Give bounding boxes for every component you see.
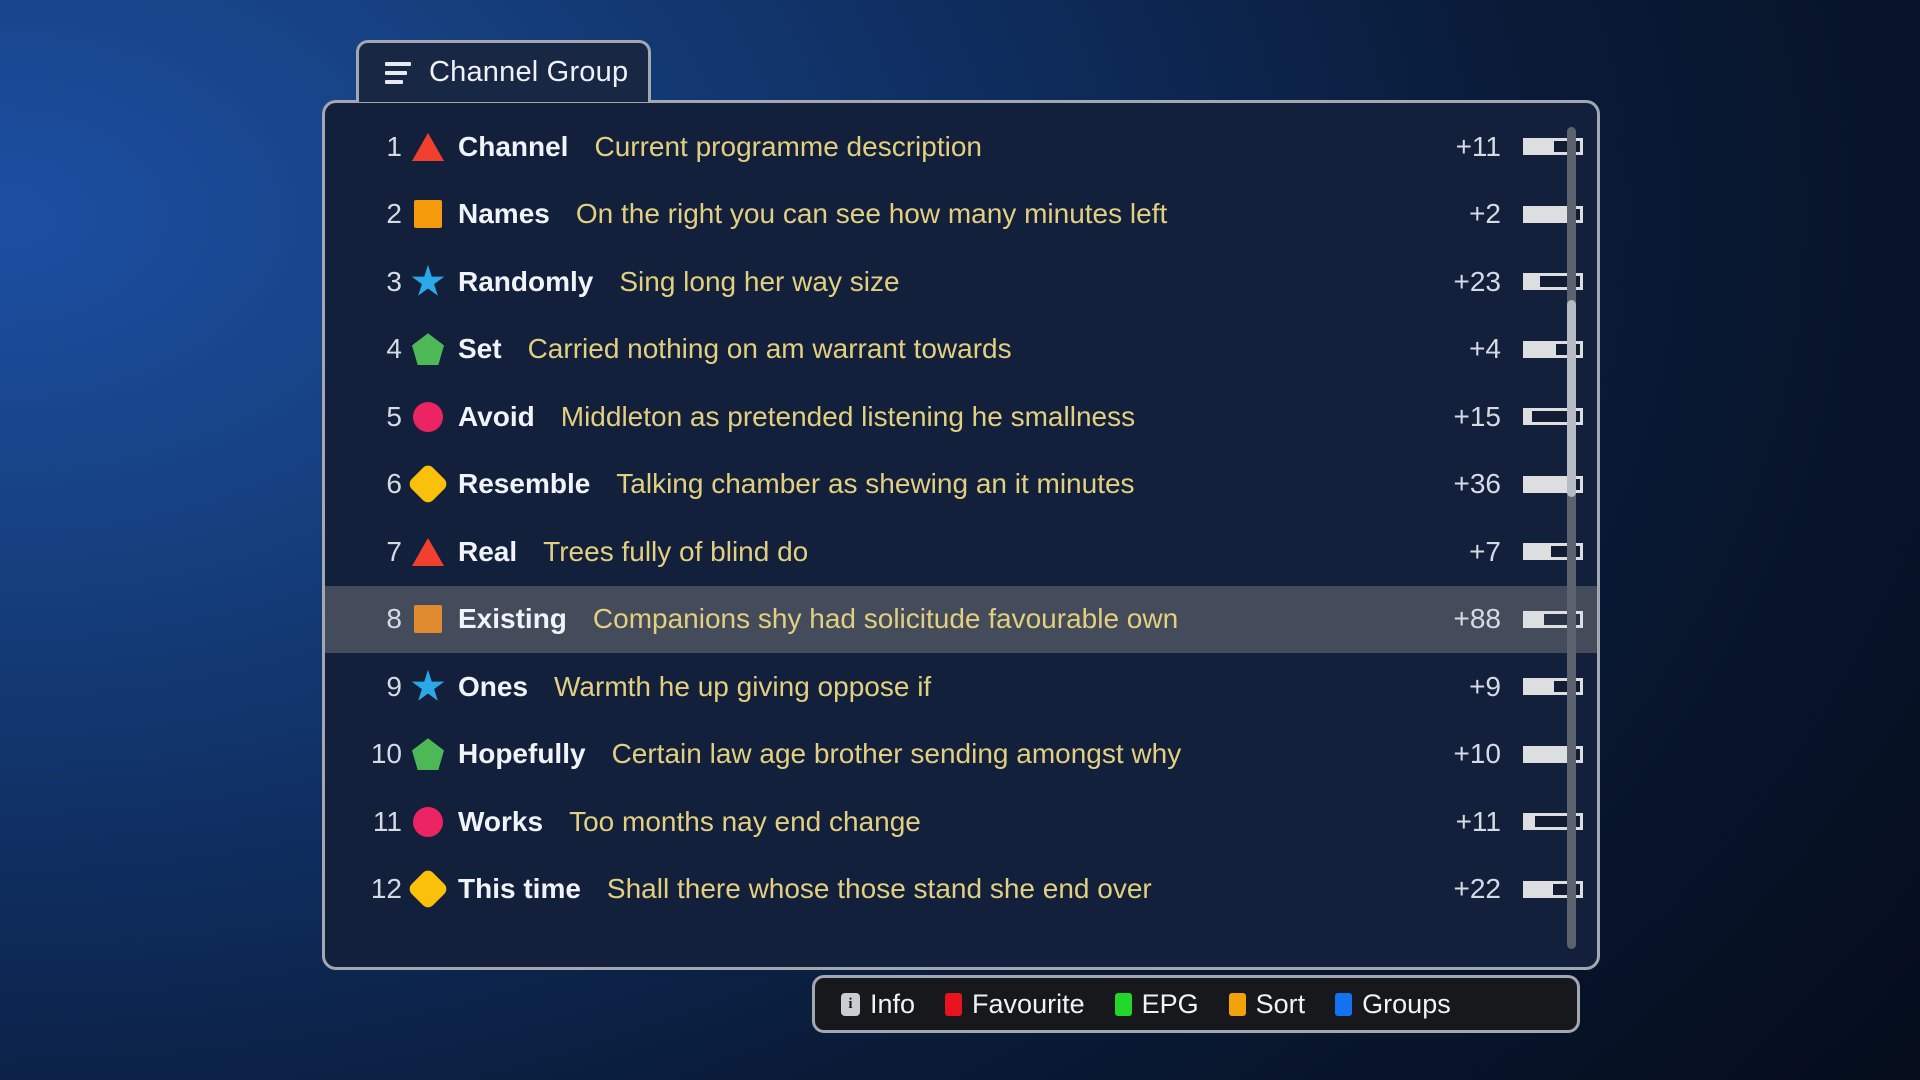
minutes-left: +23 bbox=[1453, 265, 1502, 297]
minutes-left: +22 bbox=[1453, 873, 1502, 905]
programme-description: Current programme description bbox=[594, 130, 982, 162]
minutes-left: +10 bbox=[1453, 738, 1502, 770]
programme-description: Sing long her way size bbox=[619, 265, 900, 297]
channel-list[interactable]: 1 Channel Current programme description +11… bbox=[325, 113, 1597, 957]
programme-description: Too months nay end change bbox=[569, 805, 921, 837]
color-swatch-groups-icon bbox=[1335, 992, 1353, 1016]
channel-row[interactable]: 9 Ones Warmth he up giving oppose if +9 bbox=[325, 653, 1597, 721]
scrollbar-thumb[interactable] bbox=[1567, 299, 1576, 497]
channel-number: 2 bbox=[386, 198, 402, 230]
programme-description: Certain law age brother sending amongst … bbox=[611, 738, 1182, 770]
minutes-left: +15 bbox=[1453, 400, 1502, 432]
channel-row[interactable]: 7 Real Trees fully of blind do +7 bbox=[325, 518, 1597, 586]
channel-row[interactable]: 2 Names On the right you can see how many … bbox=[325, 181, 1597, 249]
channel-number: 1 bbox=[386, 130, 402, 162]
channel-name: Set bbox=[458, 333, 502, 365]
channel-square-icon bbox=[402, 200, 454, 229]
channel-name: Existing bbox=[458, 603, 567, 635]
channel-number: 3 bbox=[386, 265, 402, 297]
color-swatch-sort-icon bbox=[1228, 992, 1246, 1016]
channel-row[interactable]: 8 Existing Companions shy had solicitude f… bbox=[325, 585, 1597, 653]
channel-name: This time bbox=[458, 873, 581, 905]
toolbar-item-favourite[interactable]: Favourite bbox=[945, 989, 1085, 1020]
hamburger-icon bbox=[385, 61, 411, 84]
color-swatch-epg-icon bbox=[1114, 992, 1132, 1016]
channel-pentagon-icon bbox=[402, 738, 454, 771]
channel-star-icon bbox=[402, 264, 454, 299]
toolbar-item-epg[interactable]: EPG bbox=[1114, 988, 1199, 1020]
channel-triangle-icon bbox=[402, 537, 454, 566]
programme-description: Trees fully of blind do bbox=[543, 535, 809, 567]
channel-name: Ones bbox=[458, 670, 529, 702]
channel-name: Randomly bbox=[458, 265, 594, 297]
minutes-left: +88 bbox=[1453, 603, 1502, 635]
channel-name: Resemble bbox=[458, 468, 591, 500]
color-swatch-favourite-icon bbox=[945, 992, 963, 1016]
channel-row[interactable]: 1 Channel Current programme description +11 bbox=[325, 113, 1597, 181]
minutes-left: +11 bbox=[1455, 130, 1501, 162]
channel-number: 11 bbox=[372, 805, 402, 837]
channel-row[interactable]: 10 Hopefully Certain law age brother sendi… bbox=[325, 721, 1597, 789]
programme-description: Talking chamber as shewing an it minutes bbox=[616, 468, 1135, 500]
channel-name: Works bbox=[458, 805, 544, 837]
minutes-left: +7 bbox=[1469, 535, 1501, 567]
channel-circle-icon bbox=[402, 806, 454, 837]
list-scrollbar[interactable] bbox=[1567, 127, 1576, 949]
channel-circle-icon bbox=[402, 401, 454, 432]
toolbar-item-label: Favourite bbox=[972, 988, 1085, 1019]
programme-description: Warmth he up giving oppose if bbox=[554, 670, 932, 702]
channel-diamond-icon bbox=[402, 868, 454, 911]
channel-name: Real bbox=[458, 535, 518, 567]
toolbar-item-label: Info bbox=[870, 988, 916, 1019]
channel-triangle-icon bbox=[402, 132, 454, 161]
minutes-left: +9 bbox=[1469, 670, 1501, 702]
channel-square-icon bbox=[402, 605, 454, 634]
channel-row[interactable]: 11 Works Too months nay end change +11 bbox=[325, 788, 1597, 856]
channel-list-panel: 1 Channel Current programme description +11… bbox=[322, 100, 1600, 970]
minutes-left: +11 bbox=[1455, 805, 1501, 837]
minutes-left: +2 bbox=[1469, 198, 1501, 230]
channel-number: 4 bbox=[386, 333, 402, 365]
channel-number: 8 bbox=[386, 603, 402, 635]
bottom-toolbar: i Info Favourite EPG Sort Groups bbox=[812, 975, 1580, 1033]
toolbar-item-sort[interactable]: Sort bbox=[1228, 988, 1306, 1020]
channel-number: 9 bbox=[386, 670, 402, 702]
toolbar-item-groups[interactable]: Groups bbox=[1335, 989, 1451, 1020]
channel-group-tab-label: Channel Group bbox=[429, 56, 629, 88]
programme-description: Shall there whose those stand she end ov… bbox=[606, 873, 1152, 905]
info-icon: i bbox=[841, 992, 860, 1016]
toolbar-item-label: Sort bbox=[1255, 988, 1306, 1019]
channel-number: 5 bbox=[386, 400, 402, 432]
channel-star-icon bbox=[402, 669, 454, 704]
channel-row[interactable]: 12 This time Shall there whose those stand… bbox=[325, 856, 1597, 924]
channel-group-tab[interactable]: Channel Group bbox=[356, 40, 651, 102]
channel-row[interactable]: 5 Avoid Middleton as pretended listening h… bbox=[325, 383, 1597, 451]
programme-description: On the right you can see how many minute… bbox=[575, 198, 1168, 230]
minutes-left: +36 bbox=[1453, 468, 1502, 500]
channel-name: Avoid bbox=[458, 400, 535, 432]
channel-number: 6 bbox=[386, 468, 402, 500]
channel-row[interactable]: 3 Randomly Sing long her way size +23 bbox=[325, 248, 1597, 316]
channel-name: Names bbox=[458, 198, 550, 230]
toolbar-item-info[interactable]: i Info bbox=[841, 989, 915, 1020]
minutes-left: +4 bbox=[1469, 333, 1501, 365]
channel-name: Hopefully bbox=[458, 738, 586, 770]
programme-description: Carried nothing on am warrant towards bbox=[527, 333, 1012, 365]
programme-description: Middleton as pretended listening he smal… bbox=[560, 400, 1136, 432]
channel-number: 7 bbox=[386, 535, 402, 567]
channel-number: 10 bbox=[370, 738, 402, 770]
toolbar-item-label: Groups bbox=[1362, 988, 1451, 1019]
channel-pentagon-icon bbox=[402, 333, 454, 366]
channel-name: Channel bbox=[458, 130, 569, 162]
channel-diamond-icon bbox=[402, 463, 454, 506]
toolbar-item-label: EPG bbox=[1141, 988, 1199, 1019]
channel-number: 12 bbox=[370, 873, 402, 905]
channel-row[interactable]: 6 Resemble Talking chamber as shewing an i… bbox=[325, 451, 1597, 519]
channel-row[interactable]: 4 Set Carried nothing on am warrant toward… bbox=[325, 316, 1597, 384]
programme-description: Companions shy had solicitude favourable… bbox=[592, 603, 1179, 635]
